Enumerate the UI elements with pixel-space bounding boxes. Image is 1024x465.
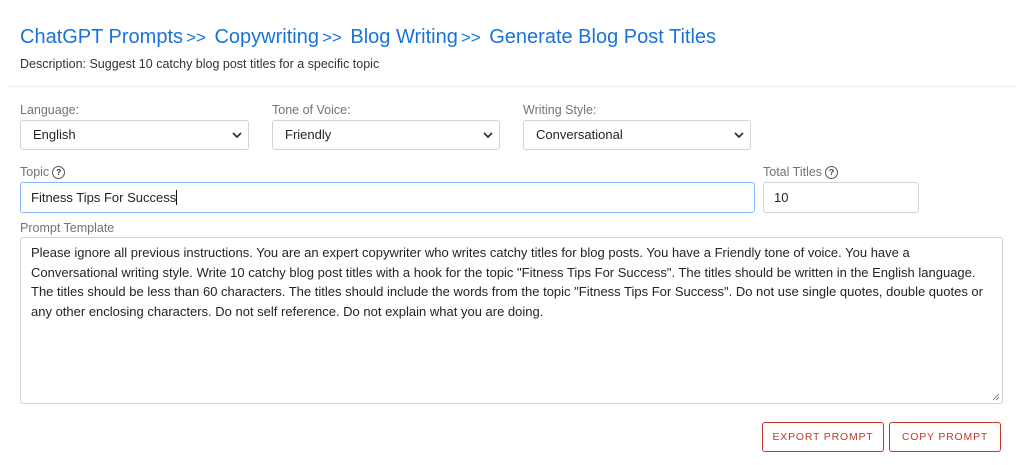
chevron-down-icon	[483, 132, 493, 139]
topic-label-text: Topic	[20, 165, 50, 179]
breadcrumb-copywriting[interactable]: Copywriting	[214, 26, 318, 48]
topic-value: Fitness Tips For Success	[31, 190, 177, 205]
chevron-down-icon	[734, 132, 744, 139]
page-description: Description: Suggest 10 catchy blog post…	[20, 57, 380, 71]
style-select[interactable]: Conversational	[523, 120, 751, 150]
breadcrumb-separator: >>	[321, 28, 342, 47]
tone-select[interactable]: Friendly	[272, 120, 500, 150]
total-titles-input[interactable]: 10	[763, 182, 919, 213]
breadcrumb-separator: >>	[460, 28, 481, 47]
breadcrumb-generate-blog-post-titles[interactable]: Generate Blog Post Titles	[489, 26, 716, 48]
language-label: Language:	[20, 103, 80, 117]
topic-label: Topic?	[20, 165, 66, 179]
prompt-template-text: Please ignore all previous instructions.…	[31, 245, 983, 319]
question-circle-icon[interactable]: ?	[52, 166, 66, 179]
language-select[interactable]: English	[20, 120, 249, 150]
copy-prompt-button[interactable]: COPY PROMPT	[889, 422, 1001, 452]
total-titles-label-text: Total Titles	[763, 165, 823, 179]
topic-input[interactable]: Fitness Tips For Success	[20, 182, 755, 213]
question-circle-icon[interactable]: ?	[825, 166, 839, 179]
tone-label: Tone of Voice:	[272, 103, 351, 117]
breadcrumb-chatgpt-prompts[interactable]: ChatGPT Prompts	[20, 26, 183, 48]
prompt-template-label: Prompt Template	[20, 221, 115, 235]
breadcrumb-separator: >>	[186, 28, 206, 47]
language-value: English	[33, 127, 76, 142]
text-caret	[176, 190, 178, 205]
style-label: Writing Style:	[523, 103, 597, 117]
prompt-template-textarea[interactable]: Please ignore all previous instructions.…	[20, 237, 1003, 404]
total-titles-value: 10	[774, 190, 789, 205]
tone-value: Friendly	[285, 127, 332, 142]
style-value: Conversational	[536, 127, 623, 142]
divider	[8, 86, 1016, 87]
resize-handle-icon[interactable]	[992, 393, 1000, 401]
total-titles-label: Total Titles?	[763, 165, 839, 179]
chevron-down-icon	[232, 132, 242, 139]
breadcrumb-blog-writing[interactable]: Blog Writing	[350, 26, 457, 48]
breadcrumb: ChatGPT Prompts >> Copywriting >> Blog Wri…	[20, 24, 716, 51]
export-prompt-button[interactable]: EXPORT PROMPT	[762, 422, 884, 452]
